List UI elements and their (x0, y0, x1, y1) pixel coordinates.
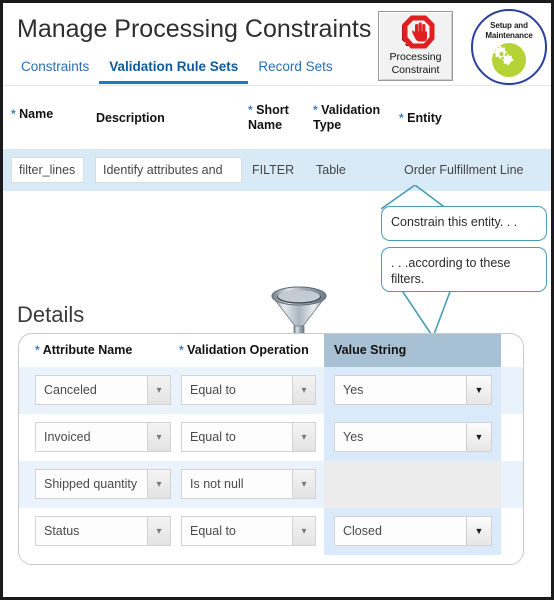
chevron-down-icon[interactable]: ▾ (147, 470, 170, 498)
column-header-name-label: Name (19, 107, 54, 121)
attribute-name-value-1: Canceled (44, 383, 97, 397)
details-panel: * Attribute Name * Validation Operation … (18, 333, 524, 565)
validation-operation-value-3: Is not null (190, 477, 244, 491)
attribute-name-dropdown-4[interactable]: Status ▾ (35, 516, 171, 546)
details-column-header-attribute-name-label: Attribute Name (42, 343, 133, 357)
table-row[interactable]: Canceled ▾ Equal to ▾ Yes ▼ (19, 367, 523, 414)
required-marker: * (248, 103, 253, 117)
tab-bar: Constraints Validation Rule Sets Record … (11, 59, 343, 84)
validation-operation-value-1: Equal to (190, 383, 236, 397)
chevron-down-icon[interactable]: ▾ (292, 517, 315, 545)
details-title: Details (17, 302, 85, 327)
screenshot-root: Manage Processing Constraints Constraint… (0, 0, 554, 600)
value-string-band-disabled (324, 461, 501, 508)
details-column-header-validation-operation-label: Validation Operation (187, 343, 309, 357)
chevron-down-icon[interactable]: ▼ (466, 423, 491, 451)
chevron-down-icon[interactable]: ▾ (292, 423, 315, 451)
page-title: Manage Processing Constraints (17, 15, 372, 43)
attribute-name-dropdown-2[interactable]: Invoiced ▾ (35, 422, 171, 452)
attribute-name-dropdown-3[interactable]: Shipped quantity ▾ (35, 469, 171, 499)
setup-label-line2: Maintenance (485, 30, 533, 40)
column-header-name: * Name (11, 107, 53, 122)
validation-operation-dropdown-2[interactable]: Equal to ▾ (181, 422, 316, 452)
table-row[interactable]: Shipped quantity ▾ Is not null ▾ (19, 461, 523, 508)
column-header-short-name-label: Short Name (248, 103, 289, 132)
cell-validation-type: Table (316, 163, 346, 177)
column-header-validation-type: * Validation Type (313, 103, 387, 133)
cell-description[interactable]: Identify attributes and (95, 157, 242, 183)
chevron-down-icon[interactable]: ▼ (466, 376, 491, 404)
chevron-down-icon[interactable]: ▾ (147, 517, 170, 545)
required-marker: * (35, 343, 40, 357)
details-column-header-attribute-name: * Attribute Name (35, 343, 132, 357)
validation-operation-dropdown-1[interactable]: Equal to ▾ (181, 375, 316, 405)
details-column-header-validation-operation: * Validation Operation (179, 343, 309, 357)
cell-description-value: Identify attributes and (103, 163, 223, 177)
table-row[interactable]: Invoiced ▾ Equal to ▾ Yes ▼ (19, 414, 523, 461)
value-string-dropdown-1[interactable]: Yes ▼ (334, 375, 492, 405)
column-header-entity-label: Entity (407, 111, 442, 125)
validation-operation-dropdown-3[interactable]: Is not null ▾ (181, 469, 316, 499)
cell-short-name: FILTER (252, 163, 295, 177)
validation-operation-dropdown-4[interactable]: Equal to ▾ (181, 516, 316, 546)
chevron-down-icon[interactable]: ▾ (147, 423, 170, 451)
details-header-row: * Attribute Name * Validation Operation … (19, 334, 523, 367)
setup-and-maintenance-badge[interactable]: Setup and Maintenance (471, 9, 547, 85)
attribute-name-value-4: Status (44, 524, 80, 538)
stop-hand-icon (401, 15, 434, 49)
chevron-down-icon[interactable]: ▾ (292, 376, 315, 404)
attribute-name-value-2: Invoiced (44, 430, 91, 444)
callout-constrain-entity: Constrain this entity. . . (381, 206, 547, 241)
column-header-entity: * Entity (399, 111, 442, 126)
tab-constraints[interactable]: Constraints (11, 59, 99, 84)
column-header-description: Description (96, 111, 165, 126)
validation-operation-value-4: Equal to (190, 524, 236, 538)
details-column-header-value-string: Value String (334, 343, 407, 357)
chevron-down-icon[interactable]: ▾ (292, 470, 315, 498)
column-header-validation-type-label: Validation Type (313, 103, 381, 132)
attribute-name-dropdown-1[interactable]: Canceled ▾ (35, 375, 171, 405)
setup-label-line1: Setup and (490, 21, 528, 30)
column-header-short-name: * Short Name (248, 103, 304, 133)
callout-filters: . . .according to these filters. (381, 247, 547, 292)
gears-icon (494, 46, 515, 66)
value-string-value-1: Yes (343, 383, 364, 397)
chevron-down-icon[interactable]: ▾ (147, 376, 170, 404)
column-header-description-label: Description (96, 111, 165, 125)
tab-record-sets[interactable]: Record Sets (248, 59, 342, 84)
value-string-value-2: Yes (343, 430, 364, 444)
tab-bar-divider (3, 85, 551, 86)
table-row[interactable]: Status ▾ Equal to ▾ Closed ▼ (19, 508, 523, 555)
chevron-down-icon[interactable]: ▼ (466, 517, 491, 545)
validation-operation-value-2: Equal to (190, 430, 236, 444)
processing-constraint-label-line1: Processing (389, 51, 442, 63)
value-string-value-4: Closed (343, 524, 382, 538)
required-marker: * (313, 103, 318, 117)
setup-disc (492, 43, 526, 77)
cell-entity: Order Fulfillment Line (404, 163, 524, 177)
cell-name-value: filter_lines (19, 163, 76, 177)
processing-constraint-badge: Processing Constraint (378, 11, 453, 81)
attribute-name-value-3: Shipped quantity (44, 477, 138, 491)
required-marker: * (11, 107, 16, 121)
value-string-dropdown-2[interactable]: Yes ▼ (334, 422, 492, 452)
cell-name[interactable]: filter_lines (11, 157, 84, 183)
required-marker: * (399, 111, 404, 125)
processing-constraint-label-line2: Constraint (391, 63, 440, 76)
required-marker: * (179, 343, 184, 357)
value-string-dropdown-4[interactable]: Closed ▼ (334, 516, 492, 546)
tab-validation-rule-sets[interactable]: Validation Rule Sets (99, 59, 249, 84)
